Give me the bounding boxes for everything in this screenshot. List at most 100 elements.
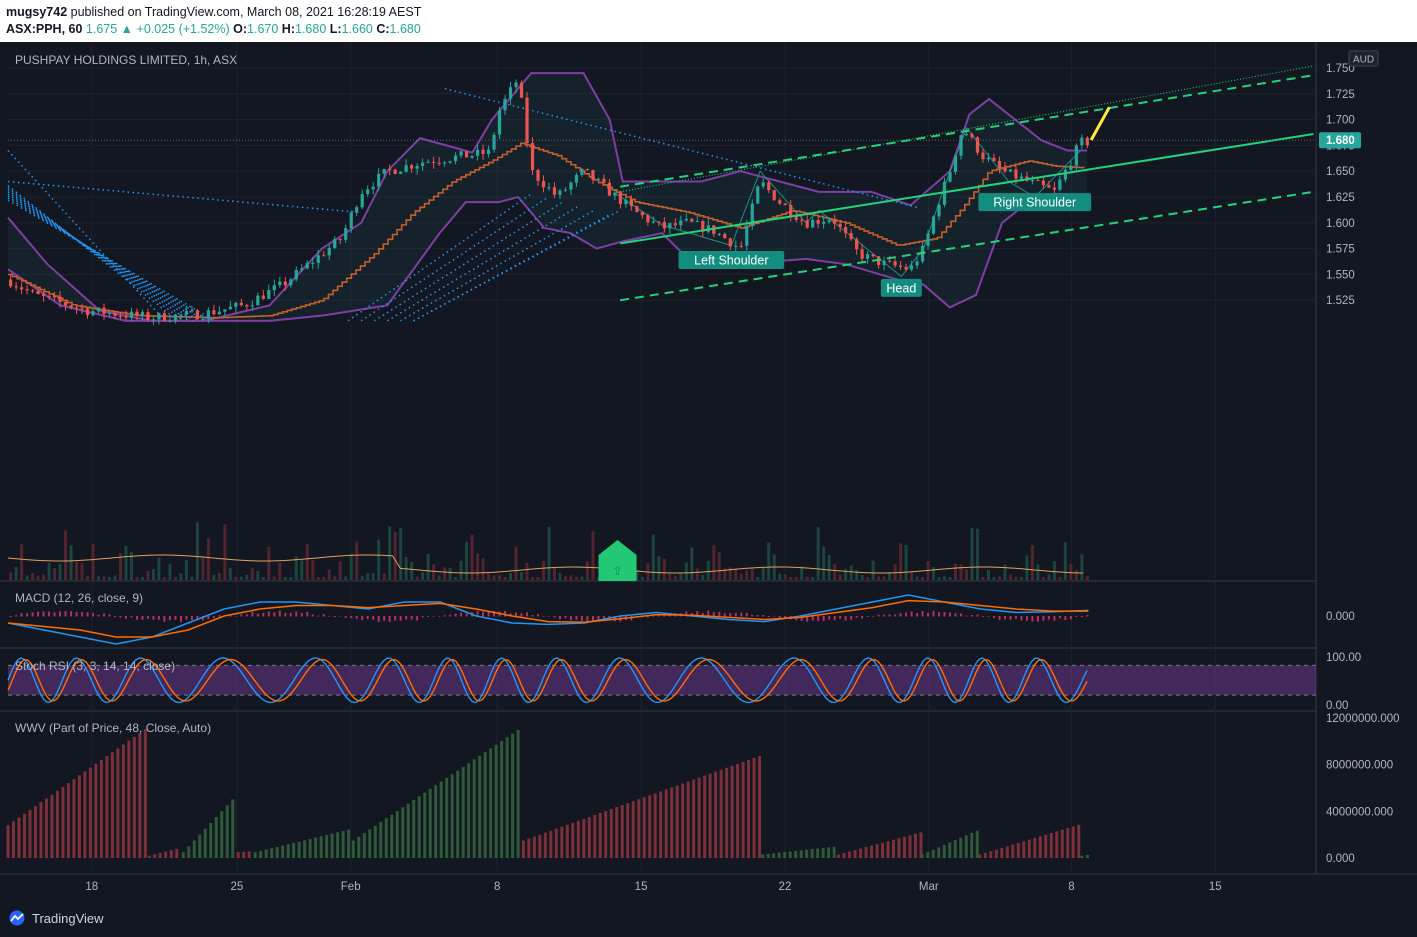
macd-hist-bar xyxy=(1058,616,1061,619)
brand-name[interactable]: TradingView xyxy=(32,911,104,926)
candle-body xyxy=(421,162,425,167)
candle-body xyxy=(1080,137,1084,146)
macd-hist-bar xyxy=(547,615,550,617)
volume-bar xyxy=(1069,563,1073,580)
volume-bar xyxy=(437,575,441,580)
candle-body xyxy=(778,200,782,204)
chart-canvas[interactable]: Left Shoulder Head Right Shoulder ⇧ PUSHPAY … xyxy=(0,42,1417,900)
wwv-bar xyxy=(164,851,168,858)
volume-bar xyxy=(377,539,381,580)
macd-hist-bar xyxy=(542,615,545,617)
volume-bar xyxy=(959,564,963,580)
macd-hist-bar xyxy=(141,616,144,620)
price-tick-6: 1.600 xyxy=(1326,218,1355,230)
macd-hist-bar xyxy=(1086,615,1089,617)
wwv-bar xyxy=(1016,842,1020,858)
wwv-bar xyxy=(198,834,202,858)
wwv-bar xyxy=(439,781,443,858)
volume-bar xyxy=(459,560,463,580)
wwv-bar xyxy=(719,769,723,858)
volume-bar xyxy=(591,531,595,580)
macd-hist-bar xyxy=(855,616,858,618)
candle-body xyxy=(767,182,771,191)
macd-hist-bar xyxy=(828,616,831,620)
candle-body xyxy=(80,308,84,310)
volume-bar xyxy=(146,571,150,580)
macd-hist-bar xyxy=(943,612,946,617)
wwv-bar xyxy=(225,805,229,858)
author-name[interactable]: mugsy742 xyxy=(6,5,67,19)
macd-hist-bar xyxy=(366,616,369,619)
macd-hist-bar xyxy=(756,614,759,617)
candle-body xyxy=(662,221,666,229)
macd-hist-bar xyxy=(31,612,34,617)
candle-body xyxy=(547,187,551,189)
macd-hist-bar xyxy=(185,616,188,620)
volume-bar xyxy=(69,545,73,580)
volume-bar xyxy=(1085,575,1089,580)
volume-bar xyxy=(541,560,545,580)
volume-bar xyxy=(322,576,326,580)
wwv-bar xyxy=(554,828,558,858)
volume-bar xyxy=(915,576,919,580)
candle-body xyxy=(574,174,579,183)
candle-body xyxy=(651,221,655,223)
volume-bar xyxy=(239,576,243,580)
candle-body xyxy=(1047,185,1051,188)
macd-hist-bar xyxy=(586,616,589,622)
volume-bar xyxy=(563,575,567,580)
candle-body xyxy=(179,314,183,316)
candle-body xyxy=(129,311,134,318)
volume-bar xyxy=(9,572,13,580)
wwv-bar xyxy=(853,850,857,858)
wwv-bar xyxy=(752,757,756,858)
wwv-bar xyxy=(975,830,979,858)
wwv-bar xyxy=(747,759,751,858)
macd-hist-bar xyxy=(245,614,248,617)
wwv-bar xyxy=(325,834,329,858)
wwv-bar xyxy=(766,853,770,858)
candle-body xyxy=(525,97,529,144)
macd-hist-bar xyxy=(449,614,452,617)
candle-body xyxy=(415,166,419,169)
macd-hist-bar xyxy=(59,611,62,617)
volume-bar xyxy=(267,546,271,580)
macd-hist-bar xyxy=(734,612,737,617)
volume-bar xyxy=(20,544,24,580)
macd-hist-bar xyxy=(998,616,1001,620)
candle-body xyxy=(898,265,903,267)
volume-bar xyxy=(498,575,502,580)
wwv-bar xyxy=(604,811,608,858)
volume-bar xyxy=(371,573,375,580)
wwv-bar xyxy=(892,839,896,858)
wwv-bar xyxy=(314,837,318,858)
wwv-bar xyxy=(423,792,427,858)
time-tick-6: Mar xyxy=(919,881,939,893)
volume-bar xyxy=(552,567,556,580)
volume-bar xyxy=(382,573,386,580)
wwv-bar xyxy=(362,833,366,858)
annotation-label-1: Head xyxy=(886,281,916,295)
wwv-bar xyxy=(209,822,213,858)
volume-bar xyxy=(206,538,210,580)
candle-body xyxy=(805,220,809,228)
macd-hist-bar xyxy=(207,616,210,620)
volume-bar xyxy=(739,573,743,580)
candle-body xyxy=(30,290,35,292)
candle-body xyxy=(426,161,430,163)
candle-body xyxy=(728,238,732,247)
low-label: L: xyxy=(329,22,342,36)
wwv-bar xyxy=(175,848,179,858)
wwv-bar xyxy=(220,811,224,858)
candle-body xyxy=(860,249,864,259)
volume-bar xyxy=(261,576,265,580)
volume-bar xyxy=(509,573,513,580)
wwv-bar xyxy=(347,829,351,858)
candle-body xyxy=(552,187,557,195)
macd-hist-bar xyxy=(97,614,100,617)
candle-body xyxy=(470,155,474,158)
volume-bar xyxy=(75,561,79,580)
wwv-bar xyxy=(231,799,235,858)
tradingview-logo-icon[interactable] xyxy=(6,910,28,926)
macd-hist-bar xyxy=(256,613,259,617)
